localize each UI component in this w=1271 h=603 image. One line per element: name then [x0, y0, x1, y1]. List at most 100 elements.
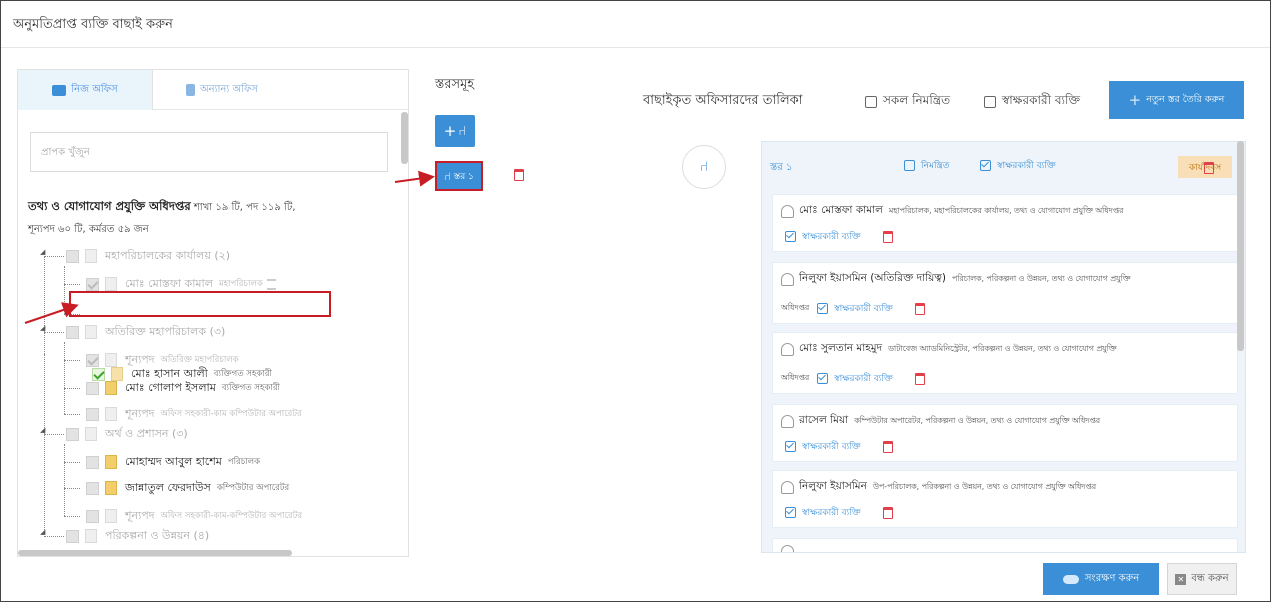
checkbox-box[interactable] — [904, 160, 915, 171]
checkbox-box[interactable] — [785, 231, 796, 242]
checkbox-box[interactable] — [817, 373, 829, 384]
person-name: শূন্যপদ — [125, 352, 155, 366]
tree-person[interactable]: শূন্যপদ অফিস সহকারী-কাম-কম্পিউটার অপারেট… — [86, 506, 302, 526]
officer-signatory-checkbox[interactable]: অধিদপ্তর স্বাক্ষরকারী ব্যক্তি — [781, 301, 925, 316]
officer-desc: মহাপরিচালক, মহাপরিচালকের কার্যালয়, তথ্য… — [888, 206, 1124, 215]
tree-checkbox[interactable] — [86, 277, 99, 291]
delete-officer-icon[interactable] — [882, 506, 893, 519]
tree-person[interactable]: শূন্যপদ অফিস সহকারী-কাম কম্পিউটার অপারেট… — [86, 404, 302, 424]
officer-signatory-checkbox[interactable]: স্বাক্ষরকারী ব্যক্তি — [785, 439, 893, 454]
tree-person[interactable]: মোহাম্মদ আবুল হাশেম পরিচালক — [86, 452, 260, 472]
layer-invited-checkbox[interactable]: নিমন্ত্রিত — [904, 158, 950, 173]
tree-group[interactable]: অতিরিক্ত মহাপরিচালক (৩) — [66, 322, 231, 342]
tree-checkbox[interactable] — [86, 381, 99, 395]
close-button[interactable]: ✕ বন্ধ করুন — [1167, 563, 1237, 595]
officer-signatory-checkbox[interactable]: অধিদপ্তর স্বাক্ষরকারী ব্যক্তি — [781, 371, 925, 386]
tree-group[interactable]: পরিকল্পনা ও উন্নয়ন (৪) — [66, 526, 215, 546]
save-button[interactable]: সংরক্ষণ করুন — [1043, 563, 1159, 595]
highlight-box — [69, 291, 331, 317]
tree-checkbox[interactable] — [66, 427, 79, 441]
folder-icon — [85, 325, 97, 339]
all-invited-checkbox[interactable]: সকল নিমন্ত্রিত — [865, 92, 950, 112]
person-designation: অতিরিক্ত মহাপরিচালক — [160, 355, 239, 365]
checkbox-box[interactable] — [817, 303, 829, 314]
chair-icon: ⑁ — [444, 169, 451, 183]
officer-desc-2: অধিদপ্তর — [781, 373, 810, 382]
tree-checkbox[interactable] — [66, 529, 79, 543]
delete-officer-icon[interactable] — [914, 302, 925, 315]
close-label: বন্ধ করুন — [1191, 572, 1229, 584]
checkbox-box[interactable] — [865, 96, 877, 108]
tree-person[interactable]: মোঃ গোলাপ ইসলাম ব্যক্তিগত সহকারী — [86, 378, 280, 398]
all-invited-label: সকল নিমন্ত্রিত — [883, 93, 951, 107]
layer-name: স্তর ১ — [770, 162, 793, 173]
delete-officer-icon[interactable] — [882, 440, 893, 453]
collapse-toggle[interactable]: ◢ — [40, 248, 45, 256]
officer-desc: ডাটাবেজ অ্যাডমিনিস্ট্রেটর, পরিকল্পনা ও উ… — [888, 344, 1117, 353]
group-label: অর্থ ও প্রশাসন (৩) — [105, 426, 188, 440]
folder-icon — [85, 529, 97, 543]
layer-signatory-checkbox[interactable]: স্বাক্ষরকারী ব্যক্তি — [980, 158, 1056, 173]
folder-icon — [105, 481, 117, 495]
chair-icon: ⑁ — [458, 123, 467, 139]
user-icon — [781, 343, 794, 356]
tree-checkbox[interactable] — [86, 353, 99, 367]
delete-layer-icon[interactable] — [514, 169, 524, 181]
person-designation: অফিস সহকারী-কাম-কম্পিউটার অপারেটর — [160, 511, 303, 521]
right-vertical-scrollbar[interactable] — [1237, 141, 1244, 351]
layer-chip-label: স্তর ১ — [453, 171, 474, 182]
chair-icon: ⑁ — [682, 145, 726, 189]
tree-checkbox[interactable] — [86, 455, 99, 469]
officer-line — [781, 545, 799, 552]
delete-officer-icon[interactable] — [882, 230, 893, 243]
checkbox-box[interactable] — [785, 441, 796, 452]
checkbox-box[interactable] — [785, 507, 796, 518]
tree-checkbox[interactable] — [66, 325, 79, 339]
tree-person[interactable]: শূন্যপদ অতিরিক্ত মহাপরিচালক — [86, 350, 239, 370]
plus-icon: + — [1128, 91, 1142, 109]
officer-sign-label: স্বাক্ষরকারী ব্যক্তি — [802, 232, 861, 242]
hourglass-icon — [266, 278, 276, 290]
plus-icon: + — [443, 122, 457, 140]
close-icon: ✕ — [1175, 573, 1187, 585]
new-layer-label: নতুন স্তর তৈরি করুন — [1146, 93, 1225, 105]
tree-group[interactable]: মহাপরিচালকের কার্যালয় (২) — [66, 246, 236, 266]
title-divider — [1, 47, 1270, 48]
checkbox-box[interactable] — [984, 96, 996, 108]
person-name: শূন্যপদ — [125, 406, 155, 420]
add-layer-button[interactable]: + ⑁ — [435, 115, 475, 147]
collapse-toggle[interactable]: ◢ — [40, 324, 45, 332]
delete-officer-icon[interactable] — [914, 372, 925, 385]
checkbox-box[interactable] — [980, 160, 991, 171]
tree-checkbox[interactable] — [86, 407, 99, 421]
officer-desc: পরিচালক, পরিকল্পনা ও উন্নয়ন, তথ্য ও যোগ… — [951, 274, 1131, 283]
folder-icon — [85, 249, 97, 263]
tree-checkbox[interactable] — [86, 509, 99, 523]
officer-card: নিলুফা ইয়াসমিন (অতিরিক্ত দায়িত্ব) পরিচ… — [772, 262, 1238, 324]
tree-checkbox[interactable] — [66, 249, 79, 263]
person-name: জান্নাতুল ফেরদাউস — [125, 480, 211, 494]
cloud-icon — [1062, 574, 1079, 584]
layer-chip[interactable]: ⑁ স্তর ১ — [435, 161, 483, 191]
new-layer-button[interactable]: + নতুন স্তর তৈরি করুন — [1109, 81, 1244, 119]
person-designation: পরিচালক — [227, 457, 261, 467]
collapse-toggle[interactable]: ◢ — [40, 426, 45, 434]
officer-name: নিলুফা ইয়াসমিন — [799, 480, 867, 492]
tree-group[interactable]: অর্থ ও প্রশাসন (৩) — [66, 424, 194, 444]
signatory-checkbox[interactable]: স্বাক্ষরকারী ব্যক্তি — [984, 92, 1080, 112]
tree-person[interactable]: জান্নাতুল ফেরদাউস কম্পিউটার অপারেটর — [86, 478, 289, 498]
tree-checkbox[interactable] — [86, 481, 99, 495]
officer-line: মোঃ সুলতান মাহমুদ ডাটাবেজ অ্যাডমিনিস্ট্র… — [781, 341, 1116, 358]
officer-sign-label: স্বাক্ষরকারী ব্যক্তি — [802, 508, 861, 518]
folder-icon — [105, 455, 117, 469]
delete-layer-icon[interactable] — [1204, 162, 1214, 174]
officer-sign-label: স্বাক্ষরকারী ব্যক্তি — [834, 374, 893, 384]
officer-name: নিলুফা ইয়াসমিন (অতিরিক্ত দায়িত্ব) — [799, 272, 946, 284]
group-label: পরিকল্পনা ও উন্নয়ন (৪) — [105, 528, 210, 542]
layer-card: স্তর ১ নিমন্ত্রিত স্বাক্ষরকারী ব্যক্তি ক… — [761, 141, 1246, 553]
layer-card-header: স্তর ১ নিমন্ত্রিত স্বাক্ষরকারী ব্যক্তি ক… — [762, 142, 1245, 184]
collapse-toggle[interactable]: ◢ — [40, 528, 45, 536]
officer-signatory-checkbox[interactable]: স্বাক্ষরকারী ব্যক্তি — [785, 229, 893, 244]
officer-signatory-checkbox[interactable]: স্বাক্ষরকারী ব্যক্তি — [785, 505, 893, 520]
user-icon — [781, 273, 794, 286]
